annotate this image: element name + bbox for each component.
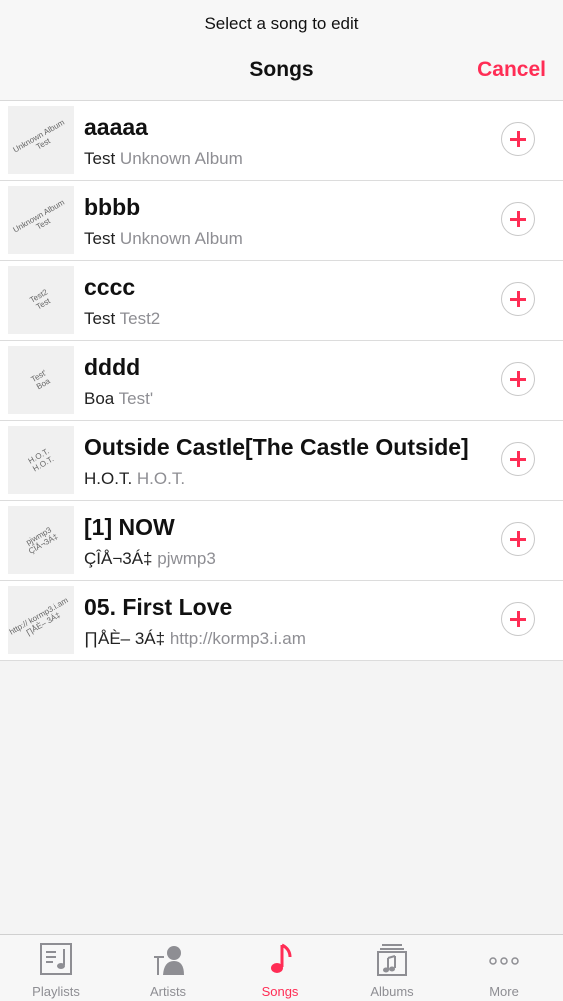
album-art: H.O.T. H.O.T.	[8, 426, 74, 494]
album-art: Test' Boa	[8, 346, 74, 414]
song-artist: Test	[84, 309, 116, 328]
add-song-button[interactable]	[501, 602, 535, 636]
song-row[interactable]: H.O.T. H.O.T. Outside Castle[The Castle O…	[0, 421, 563, 501]
tab-label: Songs	[261, 984, 299, 999]
song-row[interactable]: pjwmp3 ÇÎÅ¬3Á‡ [1] NOW ÇÎÅ¬3Á‡ pjwmp3	[0, 501, 563, 581]
song-artist: ÇÎÅ¬3Á‡	[84, 549, 153, 568]
cancel-button[interactable]: Cancel	[477, 58, 546, 82]
tab-albums[interactable]: Albums	[336, 935, 448, 1001]
playlists-icon	[40, 943, 72, 975]
song-title: aaaaa	[84, 114, 148, 140]
song-album: Test2	[119, 309, 161, 328]
song-artist: H.O.T.	[84, 469, 133, 488]
add-song-button[interactable]	[501, 442, 535, 476]
tab-label: Albums	[370, 984, 414, 999]
add-song-button[interactable]	[501, 362, 535, 396]
album-art: Test2 Test	[8, 266, 74, 334]
song-artist: Test	[84, 229, 116, 248]
nav-header: Select a song to edit Songs Cancel	[0, 0, 563, 101]
song-album: Unknown Album	[119, 149, 243, 168]
song-subtitle: Boa Test'	[84, 389, 486, 409]
tab-playlists[interactable]: Playlists	[0, 935, 112, 1001]
song-artist: ∏ÅÈ– 3Á‡	[84, 629, 166, 648]
song-title: cccc	[84, 274, 136, 300]
song-title: [1] NOW	[84, 514, 175, 540]
song-artist: Boa	[84, 389, 115, 408]
song-subtitle: Test Unknown Album	[84, 229, 486, 249]
song-album: Test'	[118, 389, 154, 408]
song-title: bbbb	[84, 194, 141, 220]
add-song-button[interactable]	[501, 522, 535, 556]
tab-label: Artists	[149, 984, 187, 999]
tab-bar: Playlists Artists Songs Albums More	[0, 934, 563, 1001]
song-title: dddd	[84, 354, 141, 380]
more-icon	[489, 957, 519, 965]
album-art: pjwmp3 ÇÎÅ¬3Á‡	[8, 506, 74, 574]
tab-songs[interactable]: Songs	[224, 935, 336, 1001]
song-album: Unknown Album	[119, 229, 243, 248]
artists-icon	[154, 946, 184, 975]
add-song-button[interactable]	[501, 122, 535, 156]
song-title: Outside Castle[The Castle Outside]	[84, 434, 469, 460]
song-artist: Test	[84, 149, 116, 168]
song-list: Unknown Album Test aaaaa Test Unknown Alb…	[0, 101, 563, 661]
song-subtitle: Test Unknown Album	[84, 149, 486, 169]
song-subtitle: H.O.T. H.O.T.	[84, 469, 486, 489]
album-art: Unknown Album Test	[8, 106, 74, 174]
album-art: http:// kormp3.i.am ∏ÅÈ– 3Á‡	[8, 586, 74, 654]
song-subtitle: ∏ÅÈ– 3Á‡ http://kormp3.i.am	[84, 629, 486, 649]
tab-label: More	[489, 984, 519, 999]
albums-icon	[377, 944, 407, 976]
song-row[interactable]: http:// kormp3.i.am ∏ÅÈ– 3Á‡ 05. First Lo…	[0, 581, 563, 661]
tab-label: Playlists	[32, 984, 80, 999]
tab-artists[interactable]: Artists	[112, 935, 224, 1001]
song-row[interactable]: Test2 Test cccc Test Test2	[0, 261, 563, 341]
song-subtitle: Test Test2	[84, 309, 486, 329]
add-song-button[interactable]	[501, 282, 535, 316]
song-album: http://kormp3.i.am	[169, 629, 306, 648]
prompt-text: Select a song to edit	[204, 14, 359, 33]
song-album: H.O.T.	[136, 469, 186, 488]
tab-more[interactable]: More	[448, 935, 560, 1001]
album-art: Unknown Album Test	[8, 186, 74, 254]
songs-icon	[271, 943, 292, 973]
song-row[interactable]: Unknown Album Test bbbb Test Unknown Albu…	[0, 181, 563, 261]
song-title: 05. First Love	[84, 594, 233, 620]
song-row[interactable]: Unknown Album Test aaaaa Test Unknown Alb…	[0, 101, 563, 181]
add-song-button[interactable]	[501, 202, 535, 236]
song-row[interactable]: Test' Boa dddd Boa Test'	[0, 341, 563, 421]
song-album: pjwmp3	[157, 549, 216, 568]
song-subtitle: ÇÎÅ¬3Á‡ pjwmp3	[84, 549, 486, 569]
